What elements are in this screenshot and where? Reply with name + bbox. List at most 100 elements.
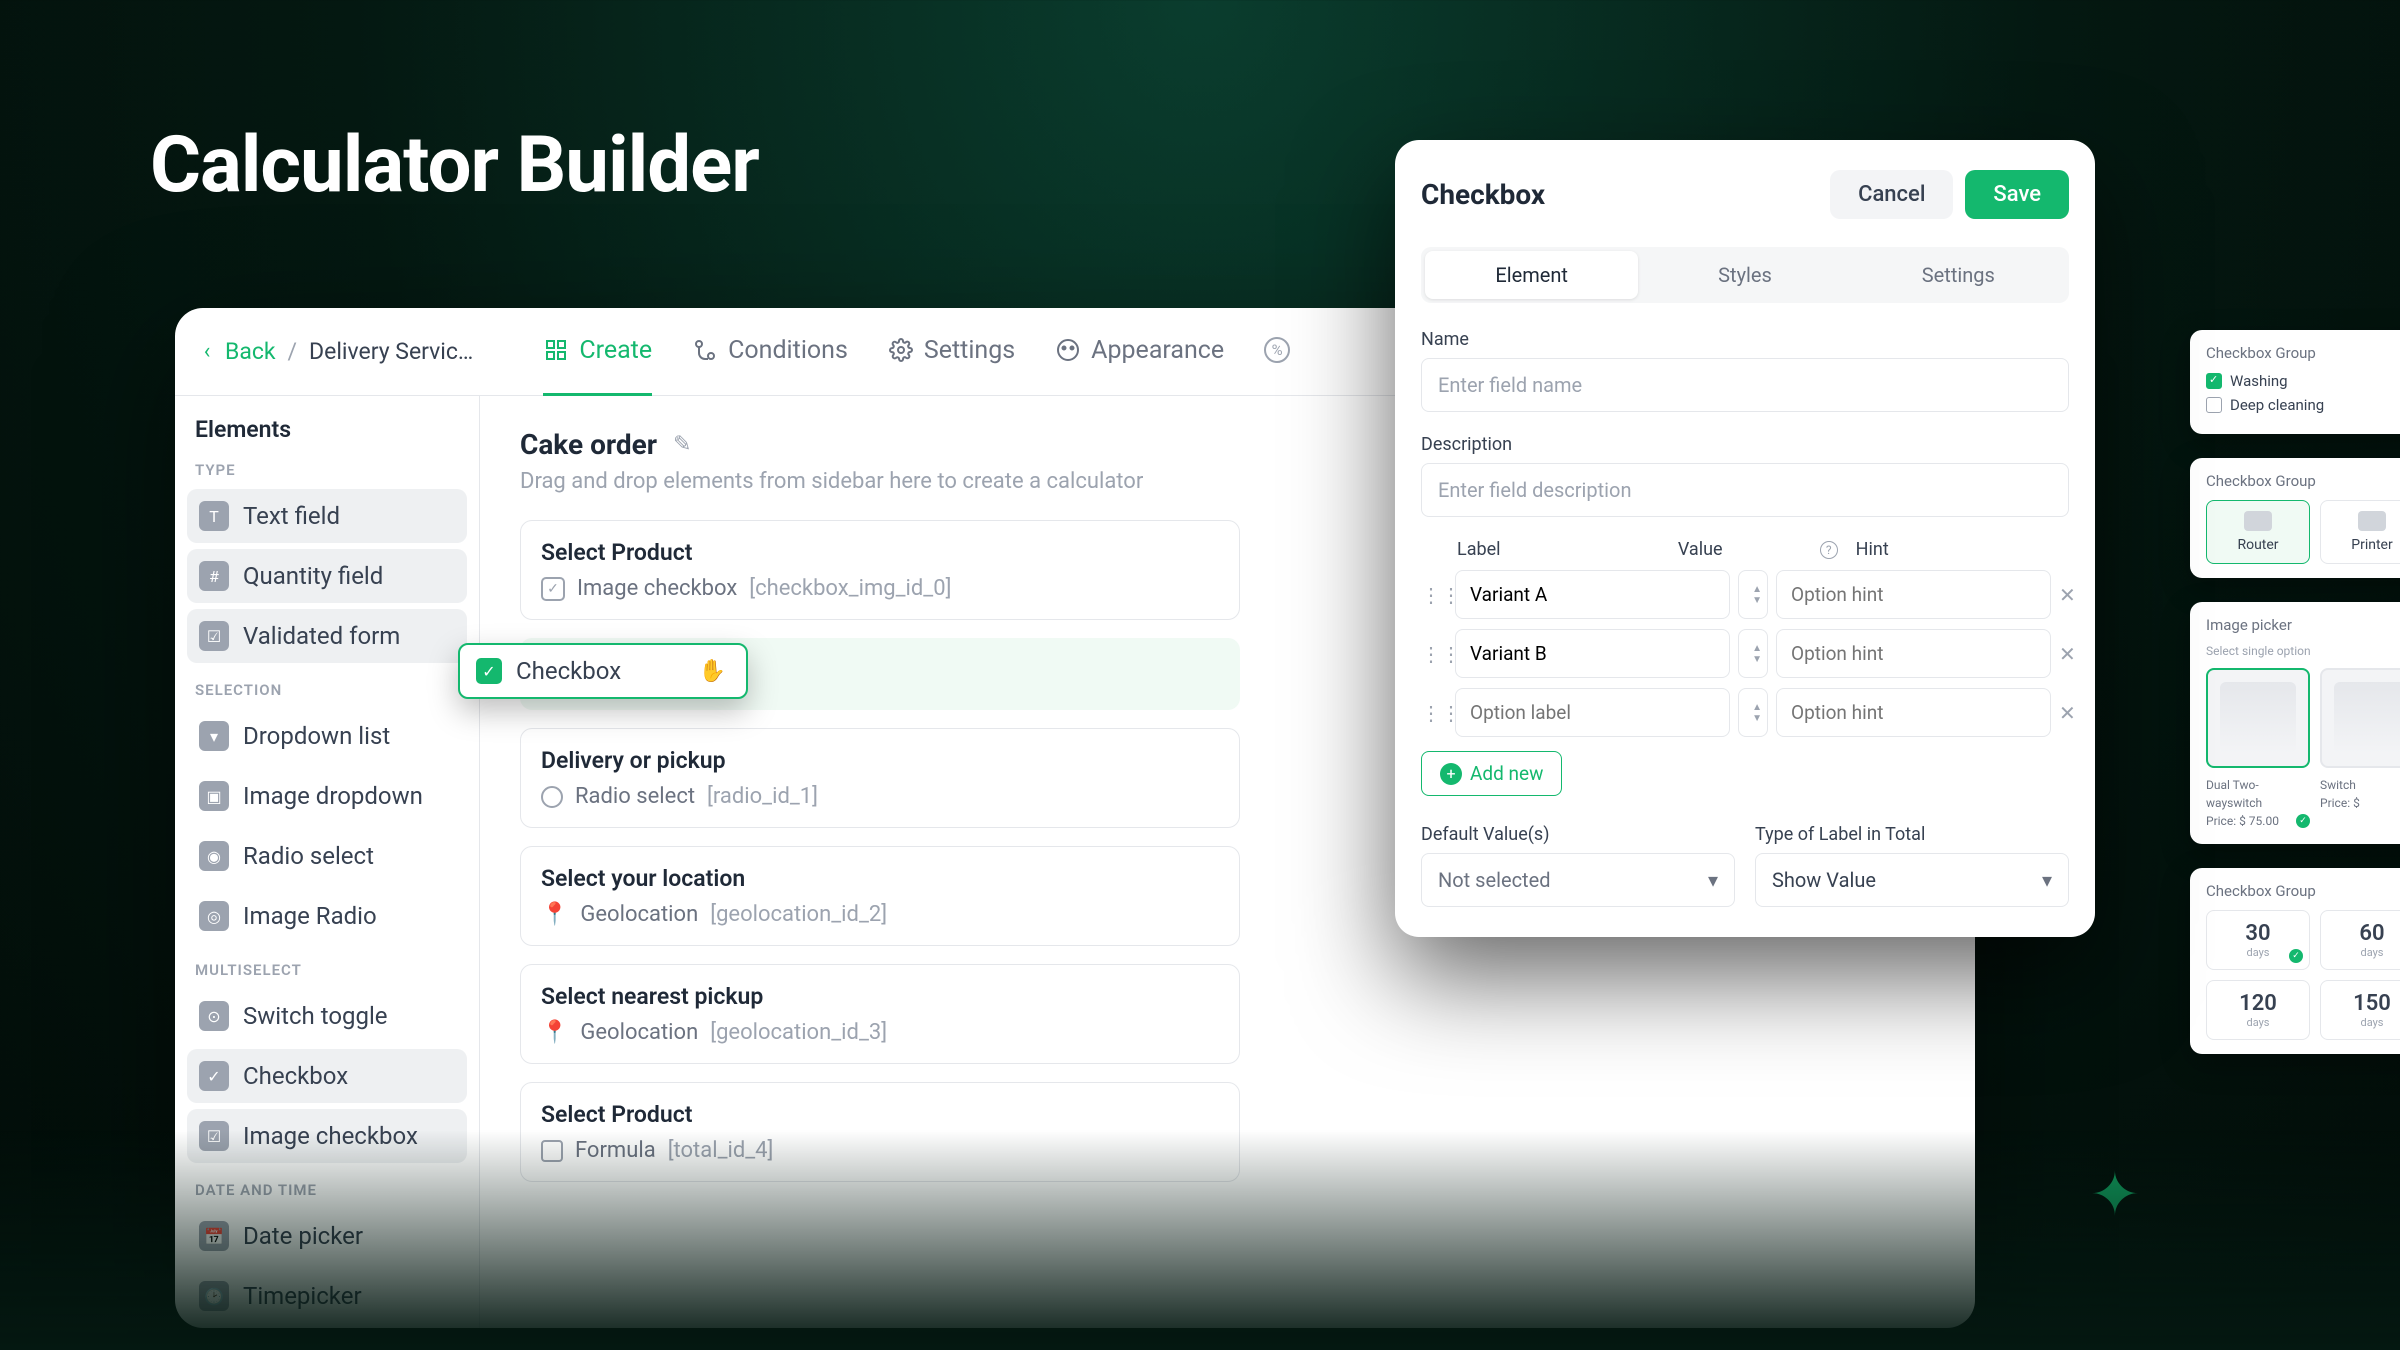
interval-option: 60days <box>2320 910 2400 970</box>
element-label: Image dropdown <box>243 782 423 810</box>
panel-tabs: Element Styles Settings <box>1421 247 2069 303</box>
stepper-icon[interactable]: ▲▼ <box>1752 584 1762 606</box>
field-title: Select Product <box>541 539 1219 566</box>
field-type: Formula <box>575 1138 656 1163</box>
text-icon: T <box>199 501 229 531</box>
back-button[interactable]: ‹ Back / Delivery Servic… <box>197 338 473 365</box>
panel-tab-styles[interactable]: Styles <box>1638 251 1851 299</box>
element-switch[interactable]: ⊙ Switch toggle <box>187 989 467 1043</box>
grid-icon <box>543 337 569 363</box>
option-hint-input[interactable] <box>1776 570 2051 619</box>
drag-handle-icon[interactable]: ⋮⋮ <box>1421 642 1447 666</box>
element-image-radio[interactable]: ◎Image Radio <box>187 889 467 943</box>
tab-create[interactable]: Create <box>543 308 652 396</box>
remove-option-button[interactable]: ✕ <box>2059 697 2076 729</box>
element-label: Image Radio <box>243 902 377 930</box>
panel-tab-settings[interactable]: Settings <box>1852 251 2065 299</box>
section-type: TYPE <box>195 461 467 479</box>
default-select[interactable]: Not selected▾ <box>1421 853 1735 907</box>
interval-option: 120days <box>2206 980 2310 1040</box>
element-dropdown[interactable]: ▾ Dropdown list <box>187 709 467 763</box>
element-timepicker[interactable]: 🕑 Timepicker <box>187 1269 467 1323</box>
tab-discount[interactable]: % <box>1264 308 1290 396</box>
element-datepicker[interactable]: 📅Date picker <box>187 1209 467 1263</box>
element-label: Dropdown list <box>243 722 390 750</box>
element-textfield[interactable]: TText field <box>187 489 467 543</box>
name-input[interactable] <box>1421 358 2069 412</box>
checkbox-icon: ✓ <box>476 658 502 684</box>
form-icon: ☑ <box>199 621 229 651</box>
field-formula[interactable]: Select Product Formula [total_id_4] <box>520 1082 1240 1182</box>
field-select-product[interactable]: Select Product ✓ Image checkbox [checkbo… <box>520 520 1240 620</box>
option-hint-input[interactable] <box>1776 688 2051 737</box>
preview-image-picker: Image picker Select single option Dual T… <box>2190 602 2400 844</box>
remove-option-button[interactable]: ✕ <box>2059 638 2076 670</box>
panel-tab-element[interactable]: Element <box>1425 251 1638 299</box>
field-id: [total_id_4] <box>668 1138 774 1163</box>
preview-option: Deep cleaning <box>2230 396 2324 414</box>
field-location[interactable]: Select your location 📍 Geolocation [geol… <box>520 846 1240 946</box>
option-label-input[interactable] <box>1455 629 1730 678</box>
element-radio[interactable]: ◉Radio select <box>187 829 467 883</box>
calc-title: Cake order <box>520 428 657 461</box>
pin-icon: 📍 <box>541 1020 568 1045</box>
field-title: Delivery or pickup <box>541 747 1219 774</box>
element-label: Switch toggle <box>243 1002 388 1030</box>
preview-option-printer: Printer <box>2320 500 2400 564</box>
calendar-icon: 📅 <box>199 1221 229 1251</box>
drag-label: Checkbox <box>516 657 621 685</box>
save-button[interactable]: Save <box>1965 170 2069 219</box>
grab-cursor-icon: ✋ <box>699 659 726 684</box>
stepper-icon[interactable]: ▲▼ <box>1752 702 1762 724</box>
edit-icon[interactable]: ✎ <box>673 432 691 457</box>
option-label-input[interactable] <box>1455 570 1730 619</box>
product-price: Price: $ <box>2320 794 2400 812</box>
product-name: Switch <box>2320 776 2400 794</box>
element-validated[interactable]: ☑Validated form <box>187 609 467 663</box>
select-value: Show Value <box>1772 868 1876 892</box>
desc-input[interactable] <box>1421 463 2069 517</box>
add-option-button[interactable]: +Add new <box>1421 751 1562 796</box>
tab-appearance[interactable]: Appearance <box>1055 308 1224 396</box>
stepper-icon[interactable]: ▲▼ <box>1752 643 1762 665</box>
preview-stack: Checkbox Group Washing Deep cleaning Che… <box>2190 330 2400 1054</box>
field-delivery[interactable]: Delivery or pickup Radio select [radio_i… <box>520 728 1240 828</box>
drag-handle-icon[interactable]: ⋮⋮ <box>1421 583 1447 607</box>
clock-icon: 🕑 <box>199 1281 229 1311</box>
tab-conditions[interactable]: Conditions <box>692 308 848 396</box>
field-nearest-pickup[interactable]: Select nearest pickup 📍 Geolocation [geo… <box>520 964 1240 1064</box>
col-hint: Hint <box>1856 539 2027 560</box>
element-label: Quantity field <box>243 562 383 590</box>
total-type-label: Type of Label in Total <box>1755 824 2069 845</box>
checkbox-icon: ✓ <box>199 1061 229 1091</box>
element-quantity[interactable]: #Quantity field <box>187 549 467 603</box>
drag-handle-icon[interactable]: ⋮⋮ <box>1421 701 1447 725</box>
element-label: Timepicker <box>243 1282 362 1310</box>
element-label: Checkbox <box>243 1062 348 1090</box>
element-image-checkbox[interactable]: ☑Image checkbox <box>187 1109 467 1163</box>
tab-conditions-label: Conditions <box>728 336 848 365</box>
preview-subtitle: Select single option <box>2206 644 2400 658</box>
toggle-icon: ⊙ <box>199 1001 229 1031</box>
field-title: Select Product <box>541 1101 1219 1128</box>
option-row: ⋮⋮ ▲▼ ✕ <box>1421 688 2069 737</box>
remove-option-button[interactable]: ✕ <box>2059 579 2076 611</box>
name-label: Name <box>1421 329 2069 350</box>
section-selection: SELECTION <box>195 681 467 699</box>
option-label-input[interactable] <box>1455 688 1730 737</box>
dropdown-icon: ▾ <box>199 721 229 751</box>
element-image-dropdown[interactable]: ▣Image dropdown <box>187 769 467 823</box>
option-hint-input[interactable] <box>1776 629 2051 678</box>
cancel-button[interactable]: Cancel <box>1830 170 1953 219</box>
tab-settings[interactable]: Settings <box>888 308 1015 396</box>
option-row: ⋮⋮ ▲▼ ✕ <box>1421 570 2069 619</box>
plus-icon: + <box>1440 763 1462 785</box>
total-type-select[interactable]: Show Value▾ <box>1755 853 2069 907</box>
field-title: Select your location <box>541 865 1219 892</box>
field-type: Geolocation <box>580 902 698 927</box>
percent-icon: % <box>1264 337 1290 363</box>
sidebar-title: Elements <box>187 416 467 443</box>
element-checkbox[interactable]: ✓ Checkbox <box>187 1049 467 1103</box>
info-icon[interactable]: ? <box>1820 541 1838 559</box>
chevron-left-icon: ‹ <box>197 342 217 362</box>
